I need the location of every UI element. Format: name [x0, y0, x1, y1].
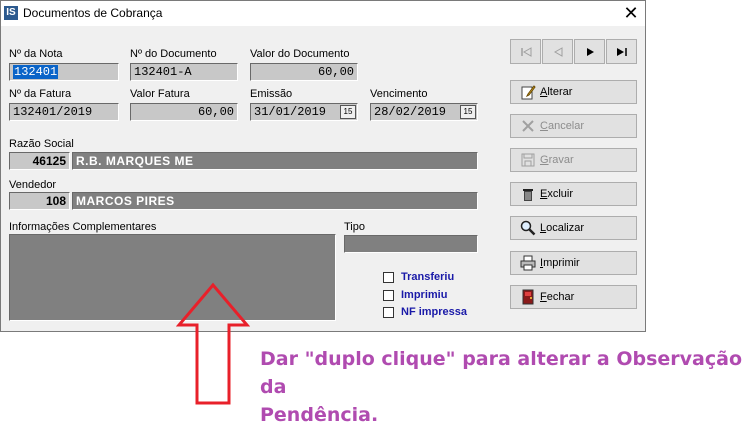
vendedor-name[interactable]: MARCOS PIRES — [72, 192, 478, 210]
emissao-value: 31/01/2019 — [254, 105, 327, 119]
nav-first-button[interactable] — [510, 39, 541, 64]
info-label: Informações Complementares — [9, 221, 157, 233]
cancelar-button[interactable]: Cancelar — [510, 114, 637, 138]
imprimir-button[interactable]: Imprimir — [510, 251, 637, 275]
documentos-window: IS Documentos de Cobrança ✕ Nº da Nota 1… — [0, 0, 646, 332]
edit-icon — [521, 85, 536, 100]
cancelar-label: ancelar — [547, 120, 585, 132]
documento-label: Nº do Documento — [130, 48, 217, 60]
gravar-button[interactable]: Gravar — [510, 148, 637, 172]
trash-icon — [523, 189, 533, 201]
checkbox-label: NF impressa — [401, 306, 468, 318]
vencimento-label: Vencimento — [370, 88, 428, 100]
next-icon — [586, 47, 594, 56]
razao-social-name[interactable]: R.B. MARQUES ME — [72, 152, 478, 170]
fechar-button[interactable]: Fechar — [510, 285, 637, 309]
cancelar-key: C — [540, 120, 548, 132]
tipo-field[interactable] — [344, 235, 478, 253]
search-icon — [520, 220, 536, 236]
window-title: Documentos de Cobrança — [23, 6, 163, 20]
annotation-text: Dar "duplo clique" para alterar a Observ… — [260, 345, 750, 429]
up-arrow-annotation-icon — [176, 282, 250, 405]
imprimir-label: mprimir — [543, 257, 580, 269]
excluir-label: xcluir — [547, 188, 574, 200]
annotation-line-2: Pendência. — [260, 404, 379, 426]
checkbox-label: Imprimiu — [401, 289, 448, 301]
tipo-label: Tipo — [344, 221, 365, 233]
annotation-line-1: Dar "duplo clique" para alterar a Observ… — [260, 348, 743, 398]
checkbox-transferiu[interactable]: Transferiu — [383, 271, 454, 283]
nota-value: 132401 — [13, 65, 59, 79]
checkbox-box[interactable] — [383, 289, 394, 301]
save-icon — [521, 153, 535, 167]
checkbox-nf-impressa[interactable]: NF impressa — [383, 306, 467, 318]
excluir-button[interactable]: Excluir — [510, 182, 637, 206]
door-exit-icon — [522, 289, 534, 305]
vendedor-code[interactable]: 108 — [9, 192, 70, 210]
vencimento-field[interactable]: 28/02/2019 15 — [370, 103, 478, 121]
nav-prev-button[interactable] — [542, 39, 573, 64]
emissao-label: Emissão — [250, 88, 293, 100]
alterar-button[interactable]: Alterar — [510, 80, 637, 104]
checkbox-box[interactable] — [383, 271, 394, 283]
razao-social-code[interactable]: 46125 — [9, 152, 70, 170]
checkbox-label: Transferiu — [401, 271, 455, 283]
fechar-key: F — [540, 291, 547, 303]
valor-documento-label: Valor do Documento — [250, 48, 350, 60]
last-icon — [616, 47, 627, 56]
localizar-button[interactable]: Localizar — [510, 216, 637, 240]
vendedor-label: Vendedor — [9, 179, 57, 191]
emissao-calendar-icon[interactable]: 15 — [340, 105, 356, 119]
localizar-label: ocalizar — [546, 222, 585, 234]
close-icon[interactable]: ✕ — [617, 2, 645, 24]
vencimento-value: 28/02/2019 — [374, 105, 447, 119]
vencimento-calendar-icon[interactable]: 15 — [460, 105, 476, 119]
fatura-field[interactable]: 132401/2019 — [9, 103, 119, 121]
gravar-key: G — [540, 154, 549, 166]
valor-fatura-label: Valor Fatura — [130, 88, 190, 100]
cancel-icon — [522, 120, 534, 132]
prev-icon — [553, 46, 562, 57]
title-bar: IS Documentos de Cobrança ✕ — [1, 1, 645, 26]
gravar-label: ravar — [548, 154, 574, 166]
app-icon: IS — [4, 6, 18, 20]
nav-next-button[interactable] — [574, 39, 605, 64]
valor-fatura-field[interactable]: 60,00 — [130, 103, 238, 121]
checkbox-box[interactable] — [383, 306, 394, 318]
valor-documento-field[interactable]: 60,00 — [250, 63, 358, 81]
alterar-label: lterar — [547, 86, 573, 98]
info-memo[interactable] — [9, 234, 336, 321]
fechar-label: echar — [546, 291, 575, 303]
checkbox-imprimiu[interactable]: Imprimiu — [383, 289, 447, 301]
printer-icon — [520, 255, 536, 271]
first-icon — [520, 46, 531, 57]
nota-field[interactable]: 132401 — [9, 63, 119, 81]
documento-field[interactable]: 132401-A — [130, 63, 238, 81]
fatura-label: Nº da Fatura — [9, 88, 72, 100]
nav-last-button[interactable] — [606, 39, 637, 64]
nota-label: Nº da Nota — [9, 48, 63, 60]
razao-social-label: Razão Social — [9, 138, 74, 150]
emissao-field[interactable]: 31/01/2019 15 — [250, 103, 358, 121]
